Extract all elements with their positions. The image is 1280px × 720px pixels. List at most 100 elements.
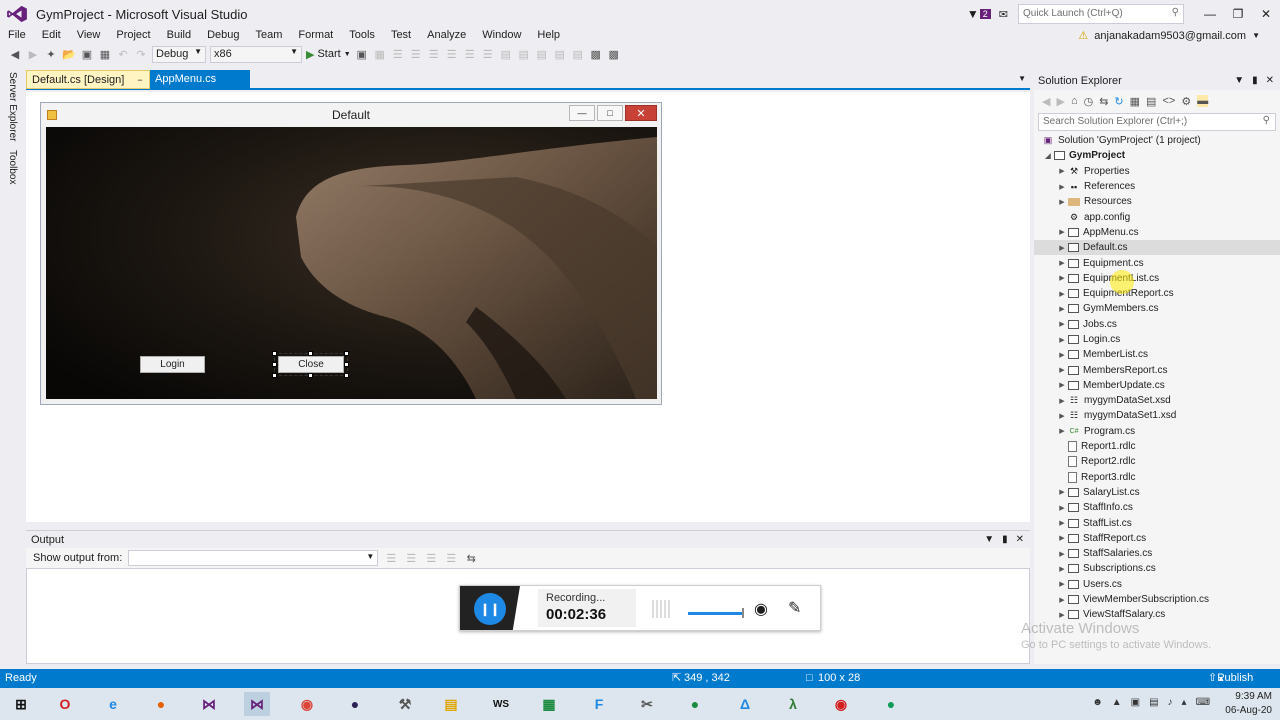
collapsed-arrow-icon[interactable]: ▶ [1056, 320, 1068, 328]
tree-item[interactable]: ▶ AppMenu.cs [1034, 225, 1280, 240]
resize-handle[interactable] [344, 351, 349, 356]
volume-slider[interactable] [688, 608, 744, 618]
navigate-forward-icon[interactable]: ▶ [26, 47, 40, 61]
collapsed-arrow-icon[interactable]: ▶ [1056, 244, 1068, 252]
open-file-icon[interactable]: 📂 [62, 47, 76, 61]
collapsed-arrow-icon[interactable]: ▶ [1056, 167, 1068, 175]
feedback-icon[interactable]: ✉ [999, 8, 1008, 21]
tree-item[interactable]: ▶ MembersReport.cs [1034, 362, 1280, 377]
collapsed-arrow-icon[interactable]: ▶ [1056, 412, 1068, 420]
menu-debug[interactable]: Debug [199, 27, 247, 43]
collapsed-arrow-icon[interactable]: ▶ [1056, 534, 1068, 542]
notifications-button[interactable]: ▼ 2 [967, 7, 991, 21]
tree-item[interactable]: ▶ ☷ mygymDataSet.xsd [1034, 393, 1280, 408]
tab-default-design[interactable]: Default.cs [Design] − ✕ [26, 70, 150, 105]
collapsed-arrow-icon[interactable]: ▶ [1056, 290, 1068, 298]
tab-overflow-icon[interactable]: ▼ [1018, 74, 1026, 83]
tree-item[interactable]: ▶ ViewMemberSubscription.cs [1034, 592, 1280, 607]
collapsed-arrow-icon[interactable]: ▶ [1056, 550, 1068, 558]
menu-build[interactable]: Build [159, 27, 199, 43]
resize-handle[interactable] [344, 373, 349, 378]
lambda-app-icon[interactable]: λ [780, 692, 806, 716]
tree-item[interactable]: ▶ Default.cs [1034, 240, 1280, 256]
green-app-icon[interactable]: ● [682, 692, 708, 716]
tree-item[interactable]: ⚙ app.config [1034, 209, 1280, 224]
eclipse-icon[interactable]: ● [342, 692, 368, 716]
collapsed-arrow-icon[interactable]: ▶ [1056, 381, 1068, 389]
pending-changes-icon[interactable]: ◷ [1084, 95, 1094, 108]
chrome-icon[interactable]: ◉ [294, 692, 320, 716]
align-right-icon[interactable]: ☰ [427, 47, 441, 61]
menu-tools[interactable]: Tools [341, 27, 383, 43]
resize-handle[interactable] [344, 362, 349, 367]
close-icon[interactable]: ✕ [1016, 531, 1024, 549]
project-node[interactable]: ◢ GymProject [1034, 148, 1280, 163]
close-icon[interactable]: ✕ [1266, 72, 1274, 90]
forward-icon[interactable]: ▶ [1056, 95, 1064, 108]
tree-item[interactable]: ▶ ViewStaffSalary.cs [1034, 607, 1280, 622]
tree-item[interactable]: ▶ MemberList.cs [1034, 347, 1280, 362]
visual-studio-taskbar-icon[interactable]: ⋈ [244, 692, 270, 716]
collapse-all-icon[interactable]: ▦ [1130, 95, 1140, 108]
save-icon[interactable]: ▣ [80, 47, 94, 61]
align-top-icon[interactable]: ☰ [445, 47, 459, 61]
toolbox-tab[interactable]: Toolbox [7, 150, 18, 184]
collapsed-arrow-icon[interactable]: ▶ [1056, 580, 1068, 588]
firefox-icon[interactable]: ● [148, 692, 174, 716]
webstorm-icon[interactable]: WS [488, 692, 514, 716]
tree-item[interactable]: ▶ SalaryList.cs [1034, 485, 1280, 500]
menu-test[interactable]: Test [383, 27, 419, 43]
opera-icon[interactable]: O [52, 692, 78, 716]
tree-item[interactable]: ▶ ☷ mygymDataSet1.xsd [1034, 408, 1280, 423]
back-icon[interactable]: ◀ [1042, 95, 1050, 108]
wifi-icon[interactable]: ▴ [1182, 697, 1187, 708]
bring-to-front-icon[interactable]: ▩ [589, 47, 603, 61]
layout-icon[interactable]: ▣ [355, 47, 369, 61]
same-size-icon[interactable]: ▤ [535, 47, 549, 61]
edge-legacy-icon[interactable]: e [100, 692, 126, 716]
collapsed-arrow-icon[interactable]: ▶ [1056, 228, 1068, 236]
spacing-icon[interactable]: ▤ [553, 47, 567, 61]
camera-recorder-icon[interactable]: ◉ [828, 692, 854, 716]
collapsed-arrow-icon[interactable]: ▶ [1056, 366, 1068, 374]
collapsed-arrow-icon[interactable]: ▶ [1056, 611, 1068, 619]
collapsed-arrow-icon[interactable]: ▶ [1056, 488, 1068, 496]
align-bottom-icon[interactable]: ☰ [481, 47, 495, 61]
menu-team[interactable]: Team [248, 27, 291, 43]
solution-platform-select[interactable]: x86 ▼ [210, 45, 302, 63]
vertical-spacing-icon[interactable]: ▤ [571, 47, 585, 61]
solution-configuration-select[interactable]: Debug ▼ [152, 45, 206, 63]
account-menu[interactable]: ⚠ anjanakadam9503@gmail.com ▼ [1078, 29, 1260, 43]
store-icon[interactable]: ▦ [536, 692, 562, 716]
previous-message-icon[interactable]: ☰ [404, 551, 418, 565]
visual-studio-installer-icon[interactable]: ⋈ [196, 692, 222, 716]
collapsed-arrow-icon[interactable]: ▶ [1056, 351, 1068, 359]
pause-recording-button[interactable]: ❙❙ [474, 593, 506, 625]
grid-icon[interactable]: ▦ [373, 47, 387, 61]
tree-item[interactable]: ▶ Users.cs [1034, 577, 1280, 592]
align-middle-icon[interactable]: ☰ [463, 47, 477, 61]
network-icon[interactable]: ▤ [1149, 697, 1158, 708]
tree-item[interactable]: ▶ GymMembers.cs [1034, 301, 1280, 316]
collapsed-arrow-icon[interactable]: ▶ [1056, 519, 1068, 527]
tree-item[interactable]: ▶ ⚒ Properties [1034, 164, 1280, 179]
close-window-button[interactable]: ✕ [1252, 0, 1280, 28]
resize-handle[interactable] [272, 373, 277, 378]
designer-form-default[interactable]: Default — □ ✕ Login Close [40, 102, 662, 405]
word-wrap-icon[interactable]: ⇆ [464, 551, 478, 565]
tree-item[interactable]: ▶ Login.cs [1034, 332, 1280, 347]
resize-handle[interactable] [272, 351, 277, 356]
edge-icon[interactable]: ● [878, 692, 904, 716]
resize-handle[interactable] [308, 373, 313, 378]
save-all-icon[interactable]: ▦ [98, 47, 112, 61]
pen-icon[interactable]: ✎ [788, 598, 801, 618]
preview-icon[interactable]: ▬ [1197, 95, 1209, 107]
navigate-back-icon[interactable]: ◀ [8, 47, 22, 61]
resize-handle[interactable] [272, 362, 277, 367]
chevron-up-icon[interactable]: ▲ [1112, 697, 1122, 708]
refresh-icon[interactable]: ↻ [1114, 95, 1123, 108]
azure-icon[interactable]: Δ [732, 692, 758, 716]
menu-edit[interactable]: Edit [34, 27, 69, 43]
minimize-button[interactable]: — [1196, 0, 1224, 28]
tab-appmenu-design[interactable]: AppMenu.cs [Design] [150, 70, 250, 104]
